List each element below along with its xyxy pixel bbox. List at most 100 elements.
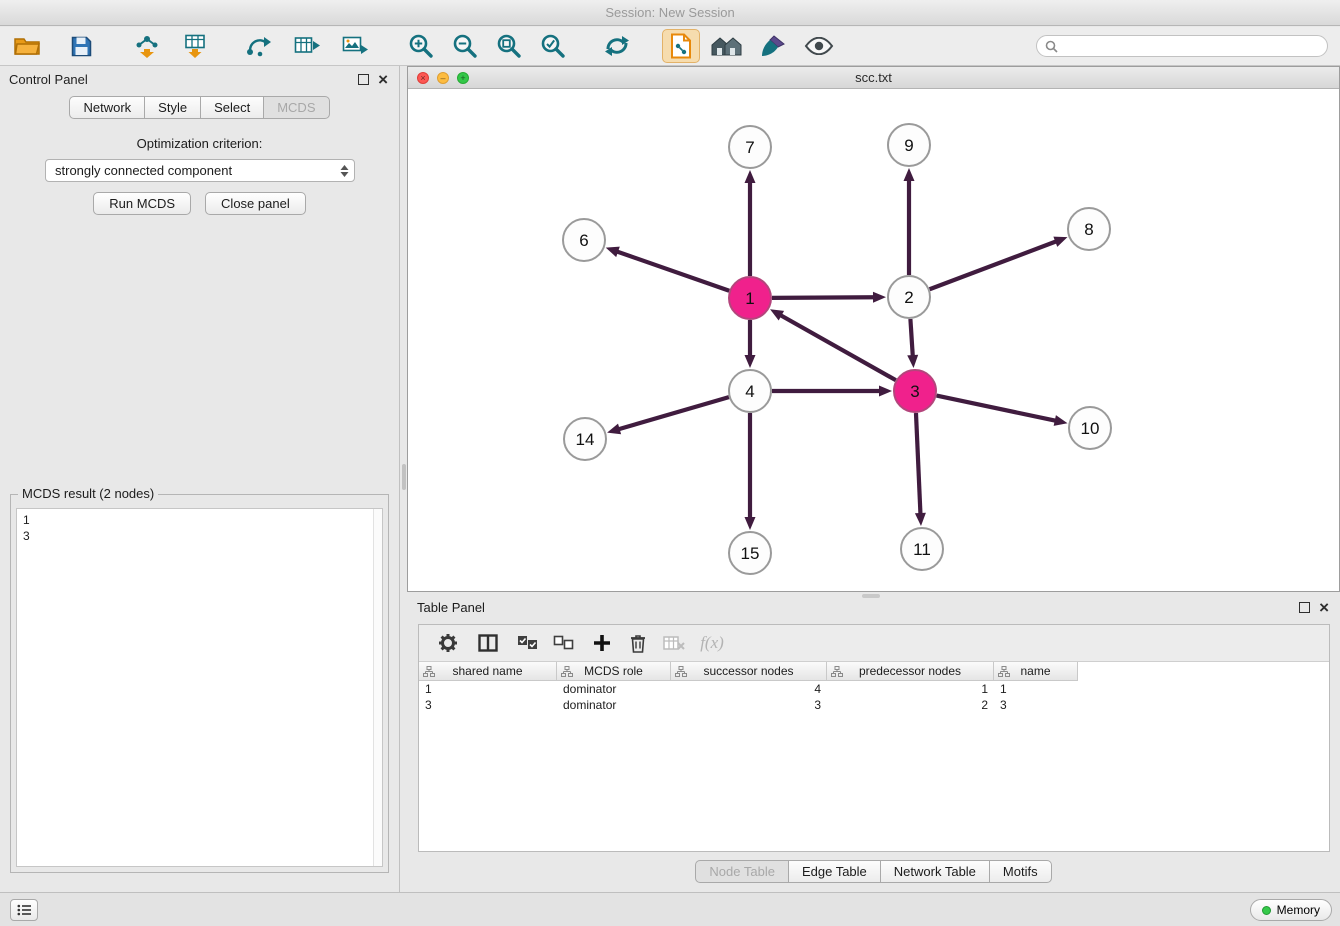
network-canvas[interactable]: 7 9 6 8 1 2 4 3 14 10 15 11 xyxy=(408,89,1339,591)
column-header-label: successor nodes xyxy=(703,664,793,678)
memory-status-icon xyxy=(1262,906,1271,915)
graph-node[interactable]: 4 xyxy=(729,370,771,412)
mcds-result-area[interactable]: 1 3 xyxy=(16,508,383,867)
table-settings-button[interactable] xyxy=(431,628,465,658)
column-header[interactable]: name xyxy=(994,662,1078,681)
import-network-button[interactable] xyxy=(128,29,166,63)
show-columns-button[interactable] xyxy=(471,628,505,658)
create-column-button[interactable] xyxy=(585,628,619,658)
zoom-in-button[interactable] xyxy=(402,29,440,63)
tab-node-table[interactable]: Node Table xyxy=(695,860,789,883)
edge-arrowhead-icon xyxy=(745,355,756,368)
graph-node[interactable]: 14 xyxy=(564,418,606,460)
mcds-document-button[interactable] xyxy=(662,29,700,63)
edge-arrowhead-icon xyxy=(1054,415,1068,426)
tab-network-table[interactable]: Network Table xyxy=(880,860,990,883)
export-image-button[interactable] xyxy=(336,29,374,63)
zoom-fit-button[interactable] xyxy=(490,29,528,63)
style-button[interactable] xyxy=(754,29,792,63)
zoom-selected-button[interactable] xyxy=(534,29,572,63)
show-hide-button[interactable] xyxy=(800,29,838,63)
search-input[interactable] xyxy=(1064,39,1319,53)
select-all-columns-button[interactable] xyxy=(511,628,545,658)
graph-edge[interactable] xyxy=(937,396,1057,421)
graph-edge[interactable] xyxy=(930,241,1058,289)
graph-node[interactable]: 1 xyxy=(729,277,771,319)
delete-table-button[interactable] xyxy=(657,628,691,658)
new-network-button[interactable] xyxy=(240,29,278,63)
table-cell[interactable]: 1 xyxy=(827,681,994,697)
close-traffic-light-icon[interactable]: × xyxy=(417,72,429,84)
graph-node[interactable]: 9 xyxy=(888,124,930,166)
graph-node[interactable]: 15 xyxy=(729,532,771,574)
delete-table-icon xyxy=(663,635,685,651)
close-table-panel-icon[interactable]: × xyxy=(1319,597,1329,619)
deselect-all-icon xyxy=(553,635,575,651)
export-table-button[interactable] xyxy=(288,29,326,63)
network-window-titlebar[interactable]: × – + scc.txt xyxy=(408,67,1339,89)
table-row[interactable]: 1dominator411 xyxy=(419,681,1329,697)
tab-select[interactable]: Select xyxy=(200,96,264,119)
horizontal-splitter-handle[interactable] xyxy=(862,594,880,598)
graph-edge[interactable] xyxy=(780,315,896,381)
column-header[interactable]: shared name xyxy=(419,662,557,681)
tab-style[interactable]: Style xyxy=(144,96,201,119)
import-table-icon xyxy=(183,34,207,59)
run-mcds-button[interactable]: Run MCDS xyxy=(93,192,191,215)
tab-network[interactable]: Network xyxy=(69,96,145,119)
criterion-dropdown[interactable]: strongly connected component xyxy=(45,159,355,182)
tab-motifs[interactable]: Motifs xyxy=(989,860,1052,883)
zoom-out-button[interactable] xyxy=(446,29,484,63)
tab-mcds[interactable]: MCDS xyxy=(263,96,329,119)
table-cell[interactable]: 3 xyxy=(671,697,827,713)
search-box[interactable] xyxy=(1036,35,1328,57)
home-button[interactable] xyxy=(708,29,746,63)
table-cell[interactable]: dominator xyxy=(557,697,671,713)
splitter-handle[interactable] xyxy=(402,464,406,490)
open-session-button[interactable] xyxy=(8,29,46,63)
graph-node[interactable]: 11 xyxy=(901,528,943,570)
column-header[interactable]: MCDS role xyxy=(557,662,671,681)
graph-node[interactable]: 3 xyxy=(894,370,936,412)
mcds-result-line: 3 xyxy=(23,528,376,544)
graph-node[interactable]: 7 xyxy=(729,126,771,168)
memory-button[interactable]: Memory xyxy=(1250,899,1332,921)
export-image-icon xyxy=(342,35,368,57)
table-cell[interactable]: 3 xyxy=(994,697,1078,713)
refresh-layout-button[interactable] xyxy=(598,29,636,63)
zoom-in-icon xyxy=(408,33,434,59)
float-panel-icon[interactable] xyxy=(358,74,369,85)
table-cell[interactable]: 1 xyxy=(994,681,1078,697)
deselect-all-columns-button[interactable] xyxy=(547,628,581,658)
table-cell[interactable]: 4 xyxy=(671,681,827,697)
close-panel-icon[interactable]: × xyxy=(378,69,388,91)
table-row[interactable]: 3dominator323 xyxy=(419,697,1329,713)
function-builder-button[interactable]: f(x) xyxy=(695,628,729,658)
graph-edge[interactable] xyxy=(616,251,729,291)
column-header[interactable]: successor nodes xyxy=(671,662,827,681)
graph-node[interactable]: 10 xyxy=(1069,407,1111,449)
tab-edge-table[interactable]: Edge Table xyxy=(788,860,881,883)
delete-column-button[interactable] xyxy=(621,628,655,658)
table-cell[interactable]: 1 xyxy=(419,681,557,697)
result-scrollbar[interactable] xyxy=(373,509,382,866)
table-cell[interactable]: 3 xyxy=(419,697,557,713)
column-header[interactable]: predecessor nodes xyxy=(827,662,994,681)
close-panel-button[interactable]: Close panel xyxy=(205,192,306,215)
graph-node[interactable]: 6 xyxy=(563,219,605,261)
zoom-traffic-light-icon[interactable]: + xyxy=(457,72,469,84)
float-table-panel-icon[interactable] xyxy=(1299,602,1310,613)
graph-edge[interactable] xyxy=(772,297,875,298)
graph-edge[interactable] xyxy=(910,319,912,357)
task-history-button[interactable] xyxy=(10,899,38,921)
graph-node[interactable]: 8 xyxy=(1068,208,1110,250)
table-cell[interactable]: 2 xyxy=(827,697,994,713)
graph-node[interactable]: 2 xyxy=(888,276,930,318)
edge-arrowhead-icon xyxy=(745,517,756,530)
import-table-button[interactable] xyxy=(176,29,214,63)
save-session-button[interactable] xyxy=(62,29,100,63)
table-cell[interactable]: dominator xyxy=(557,681,671,697)
minimize-traffic-light-icon[interactable]: – xyxy=(437,72,449,84)
graph-edge[interactable] xyxy=(618,397,729,429)
graph-edge[interactable] xyxy=(916,413,921,515)
